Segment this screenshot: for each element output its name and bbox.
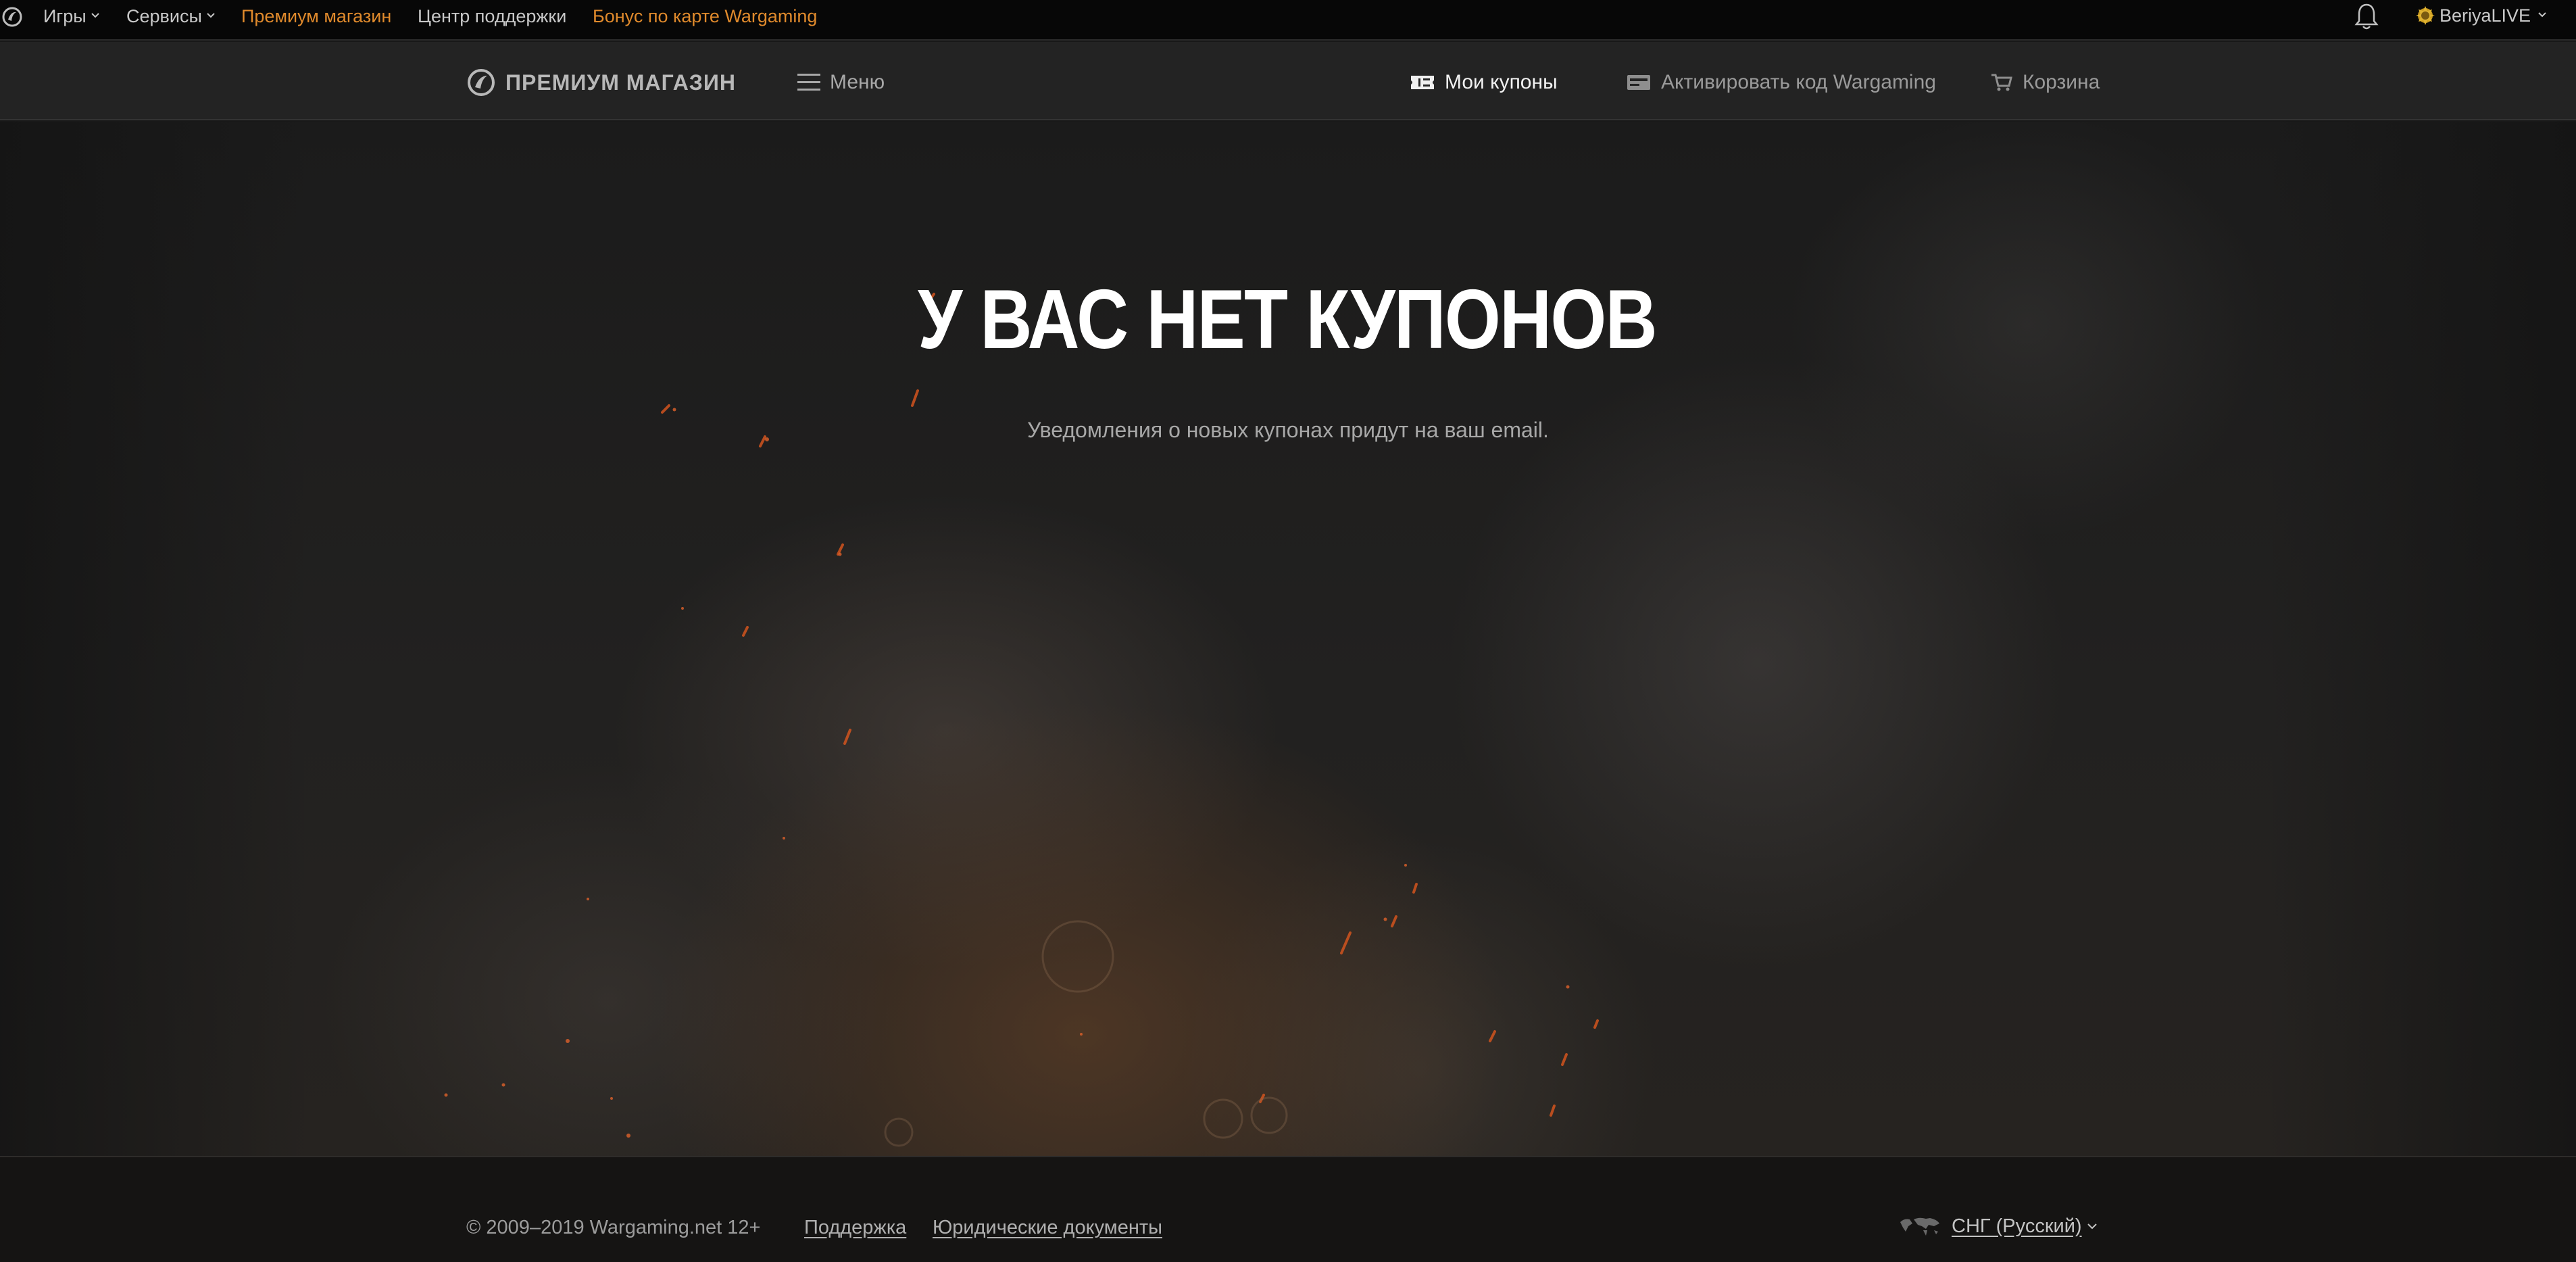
footer-support-link[interactable]: Поддержка	[804, 1217, 906, 1239]
chevron-down-icon	[207, 13, 215, 18]
wargaming-logo-icon[interactable]	[1, 6, 23, 28]
region-label: СНГ (Русский)	[1952, 1215, 2082, 1237]
services-label: Сервисы	[126, 6, 202, 26]
region-selector[interactable]: СНГ (Русский)	[1899, 1211, 2098, 1241]
username: BeriyaLIVE	[2439, 5, 2531, 26]
page-title: У ВАС НЕТ КУПОНОВ	[917, 273, 1658, 366]
bell-icon[interactable]	[2353, 2, 2380, 32]
user-menu[interactable]: BeriyaLIVE	[2414, 0, 2547, 32]
menu-label: Меню	[830, 71, 885, 93]
shop-logo-icon	[468, 69, 495, 96]
nav-activate-code[interactable]: Активировать код Wargaming	[1626, 66, 1936, 99]
top-bar: Игры Сервисы Премиум магазин Центр подде…	[0, 0, 2576, 41]
nav-my-coupons[interactable]: Мои купоны	[1410, 66, 1558, 99]
services-menu[interactable]: Сервисы	[126, 0, 216, 32]
world-map-icon	[1900, 1217, 1939, 1236]
rank-badge-icon	[2416, 5, 2435, 25]
support-center-link[interactable]: Центр поддержки	[418, 0, 566, 32]
cart-icon	[1991, 74, 2012, 91]
coupon-icon	[1411, 76, 1434, 89]
shop-header: ПРЕМИУМ МАГАЗИН Меню Мои купоны Активиро…	[0, 42, 2576, 120]
chevron-down-icon	[2538, 12, 2546, 18]
chevron-down-icon	[2087, 1223, 2097, 1230]
nav-cart-label: Корзина	[2023, 71, 2100, 93]
nav-my-coupons-label: Мои купоны	[1445, 71, 1558, 93]
code-card-icon	[1627, 75, 1650, 90]
hamburger-icon	[797, 74, 820, 91]
empty-coupons-hero: У ВАС НЕТ КУПОНОВ Уведомления о новых ку…	[0, 122, 2576, 1156]
shop-brand-name: ПРЕМИУМ МАГАЗИН	[505, 70, 736, 95]
chevron-down-icon	[91, 13, 99, 18]
nav-activate-code-label: Активировать код Wargaming	[1661, 71, 1936, 93]
copyright: © 2009–2019 Wargaming.net 12+	[466, 1217, 761, 1238]
shop-brand[interactable]: ПРЕМИУМ МАГАЗИН	[466, 66, 736, 99]
footer-legal-link[interactable]: Юридические документы	[933, 1217, 1162, 1239]
menu-button[interactable]: Меню	[797, 66, 885, 99]
page-subtitle: Уведомления о новых купонах придут на ва…	[1027, 418, 1549, 442]
games-label: Игры	[43, 6, 86, 26]
footer: © 2009–2019 Wargaming.net 12+ Поддержка …	[0, 1156, 2576, 1262]
nav-cart[interactable]: Корзина	[1990, 66, 2100, 99]
premium-shop-link[interactable]: Премиум магазин	[241, 0, 391, 32]
card-bonus-link[interactable]: Бонус по карте Wargaming	[593, 0, 817, 32]
games-menu[interactable]: Игры	[43, 0, 100, 32]
